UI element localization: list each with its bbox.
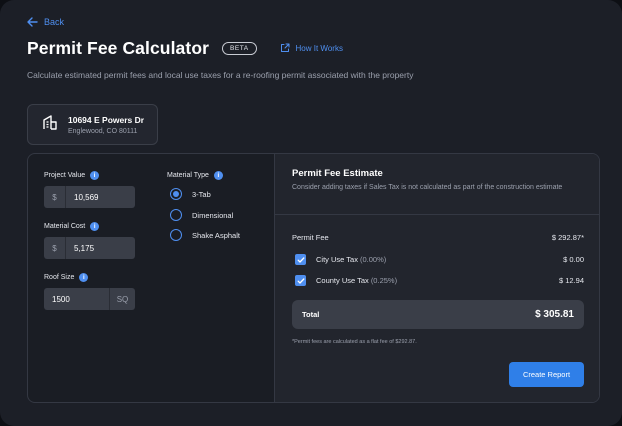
app-window: Back Permit Fee Calculator BETA How It W… <box>0 0 622 426</box>
radio-button[interactable] <box>170 229 182 241</box>
city-tax-label: City Use Tax <box>316 255 358 264</box>
estimate-title: Permit Fee Estimate <box>292 168 383 179</box>
permit-fee-amount: $ 292.87* <box>551 233 584 242</box>
external-link-icon <box>280 43 290 55</box>
address-street: 10694 E Powers Dr <box>68 114 145 125</box>
create-report-button[interactable]: Create Report <box>509 362 584 387</box>
footnote: *Permit fees are calculated as a flat fe… <box>292 339 417 345</box>
address-city: Englewood, CO 80111 <box>68 127 138 135</box>
estimate-subtitle: Consider adding taxes if Sales Tax is no… <box>292 184 563 191</box>
permit-fee-row: Permit Fee $ 292.87* <box>292 233 584 242</box>
radio-button[interactable] <box>170 209 182 221</box>
radio-button[interactable] <box>170 188 182 200</box>
total-bar: Total $ 305.81 <box>292 300 584 329</box>
county-tax-label: County Use Tax <box>316 276 369 285</box>
roof-size-value: 1500 <box>52 294 70 304</box>
currency-prefix: $ <box>44 186 66 208</box>
info-icon[interactable]: i <box>79 273 89 282</box>
permit-fee-label: Permit Fee <box>292 233 329 242</box>
city-tax-rate: (0.00%) <box>359 255 387 264</box>
divider <box>275 214 599 215</box>
how-it-works-label: How It Works <box>295 44 343 53</box>
material-cost-label: Material Cost i <box>44 222 100 231</box>
project-value-value: 10,569 <box>74 192 99 202</box>
county-use-tax-row: County Use Tax (0.25%) $ 12.94 <box>292 275 584 286</box>
total-amount: $ 305.81 <box>535 309 574 320</box>
city-tax-checkbox[interactable] <box>295 254 306 265</box>
radio-option-shake-asphalt[interactable]: Shake Asphalt <box>170 229 240 241</box>
radio-label: Shake Asphalt <box>192 230 240 240</box>
county-tax-rate: (0.25%) <box>370 276 398 285</box>
beta-badge: BETA <box>222 42 257 55</box>
project-value-input[interactable]: $ 10,569 <box>44 186 135 208</box>
checkmark-icon <box>297 277 304 284</box>
page-subtitle: Calculate estimated permit fees and loca… <box>27 70 414 80</box>
back-label: Back <box>44 17 65 27</box>
project-value-label-text: Project Value <box>44 172 86 179</box>
page-title: Permit Fee Calculator <box>27 38 210 58</box>
county-tax-amount: $ 12.94 <box>558 276 584 285</box>
radio-option-dimensional[interactable]: Dimensional <box>170 209 233 221</box>
radio-label: 3-Tab <box>192 189 211 199</box>
city-use-tax-row: City Use Tax (0.00%) $ 0.00 <box>292 254 584 265</box>
material-cost-input[interactable]: $ 5,175 <box>44 237 135 259</box>
material-cost-label-text: Material Cost <box>44 223 86 230</box>
county-tax-checkbox[interactable] <box>295 275 306 286</box>
radio-label: Dimensional <box>192 210 234 220</box>
project-value-label: Project Value i <box>44 171 100 180</box>
arrow-left-icon <box>27 17 38 27</box>
roof-size-label-text: Roof Size <box>44 274 75 281</box>
material-type-label-text: Material Type <box>167 172 209 179</box>
currency-prefix: $ <box>44 237 66 259</box>
input-pane: Project Value i $ 10,569 Material Cost i… <box>28 154 274 402</box>
unit-suffix: SQ <box>109 288 135 310</box>
checkmark-icon <box>297 256 304 263</box>
info-icon[interactable]: i <box>90 171 100 180</box>
material-cost-value: 5,175 <box>74 243 95 253</box>
how-it-works-link[interactable]: How It Works <box>280 43 343 55</box>
info-icon[interactable]: i <box>213 171 223 180</box>
roof-size-label: Roof Size i <box>44 273 89 282</box>
back-link[interactable]: Back <box>27 17 64 27</box>
estimate-pane: Permit Fee Estimate Consider adding taxe… <box>274 154 599 402</box>
roof-size-input[interactable]: 1500 SQ <box>44 288 135 310</box>
calculator-card: Project Value i $ 10,569 Material Cost i… <box>27 153 600 403</box>
city-tax-amount: $ 0.00 <box>563 255 584 264</box>
header: Permit Fee Calculator BETA How It Works <box>27 38 343 59</box>
total-label: Total <box>302 310 320 319</box>
address-card: 10694 E Powers Dr Englewood, CO 80111 <box>27 104 158 145</box>
material-type-label: Material Type i <box>167 171 223 180</box>
building-icon <box>42 114 58 135</box>
info-icon[interactable]: i <box>90 222 100 231</box>
radio-option-3-tab[interactable]: 3-Tab <box>170 188 211 200</box>
